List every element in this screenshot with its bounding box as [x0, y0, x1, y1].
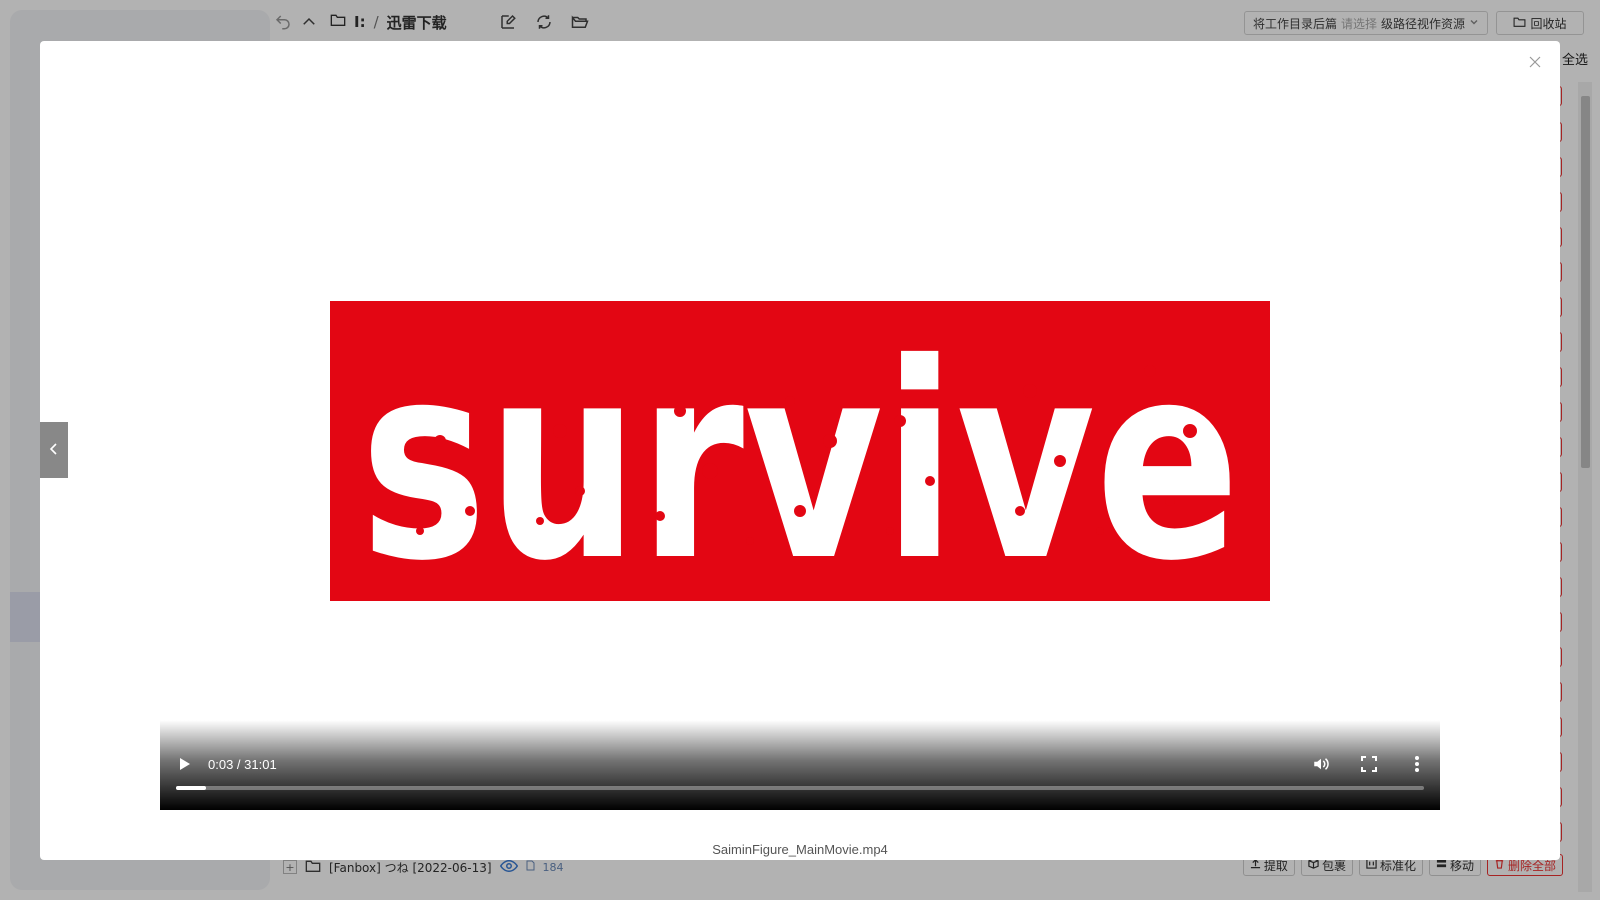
volume-button[interactable] [1308, 751, 1334, 777]
play-button[interactable] [174, 753, 196, 775]
video-time: 0:03 / 31:01 [208, 756, 277, 772]
video-filename: SaiminFigure_MainMovie.mp4 [712, 842, 888, 857]
video-frame-text: survive [360, 305, 1240, 601]
volume-icon [1314, 758, 1329, 770]
more-options-button[interactable] [1404, 751, 1430, 777]
video-frame: survive [330, 301, 1270, 601]
video-progress-bar[interactable] [176, 786, 1424, 790]
close-button[interactable] [1524, 51, 1546, 73]
video-frame-graphic: survive [330, 301, 1270, 601]
previous-button[interactable] [40, 422, 68, 478]
more-icon [1415, 756, 1419, 772]
video-controls-right [1308, 750, 1430, 778]
fullscreen-icon [1361, 756, 1377, 772]
close-icon [1529, 53, 1541, 72]
video-player[interactable]: survive 0:03 / 31:01 [160, 51, 1440, 810]
chevron-left-icon [49, 441, 59, 460]
video-progress-fill [176, 786, 206, 790]
preview-modal: survive 0:03 / 31:01 SaiminFigure_MainMo… [40, 41, 1560, 860]
video-controls-row: 0:03 / 31:01 [160, 750, 1440, 778]
fullscreen-button[interactable] [1356, 751, 1382, 777]
play-icon [180, 758, 190, 770]
video-controls: 0:03 / 31:01 [160, 720, 1440, 810]
